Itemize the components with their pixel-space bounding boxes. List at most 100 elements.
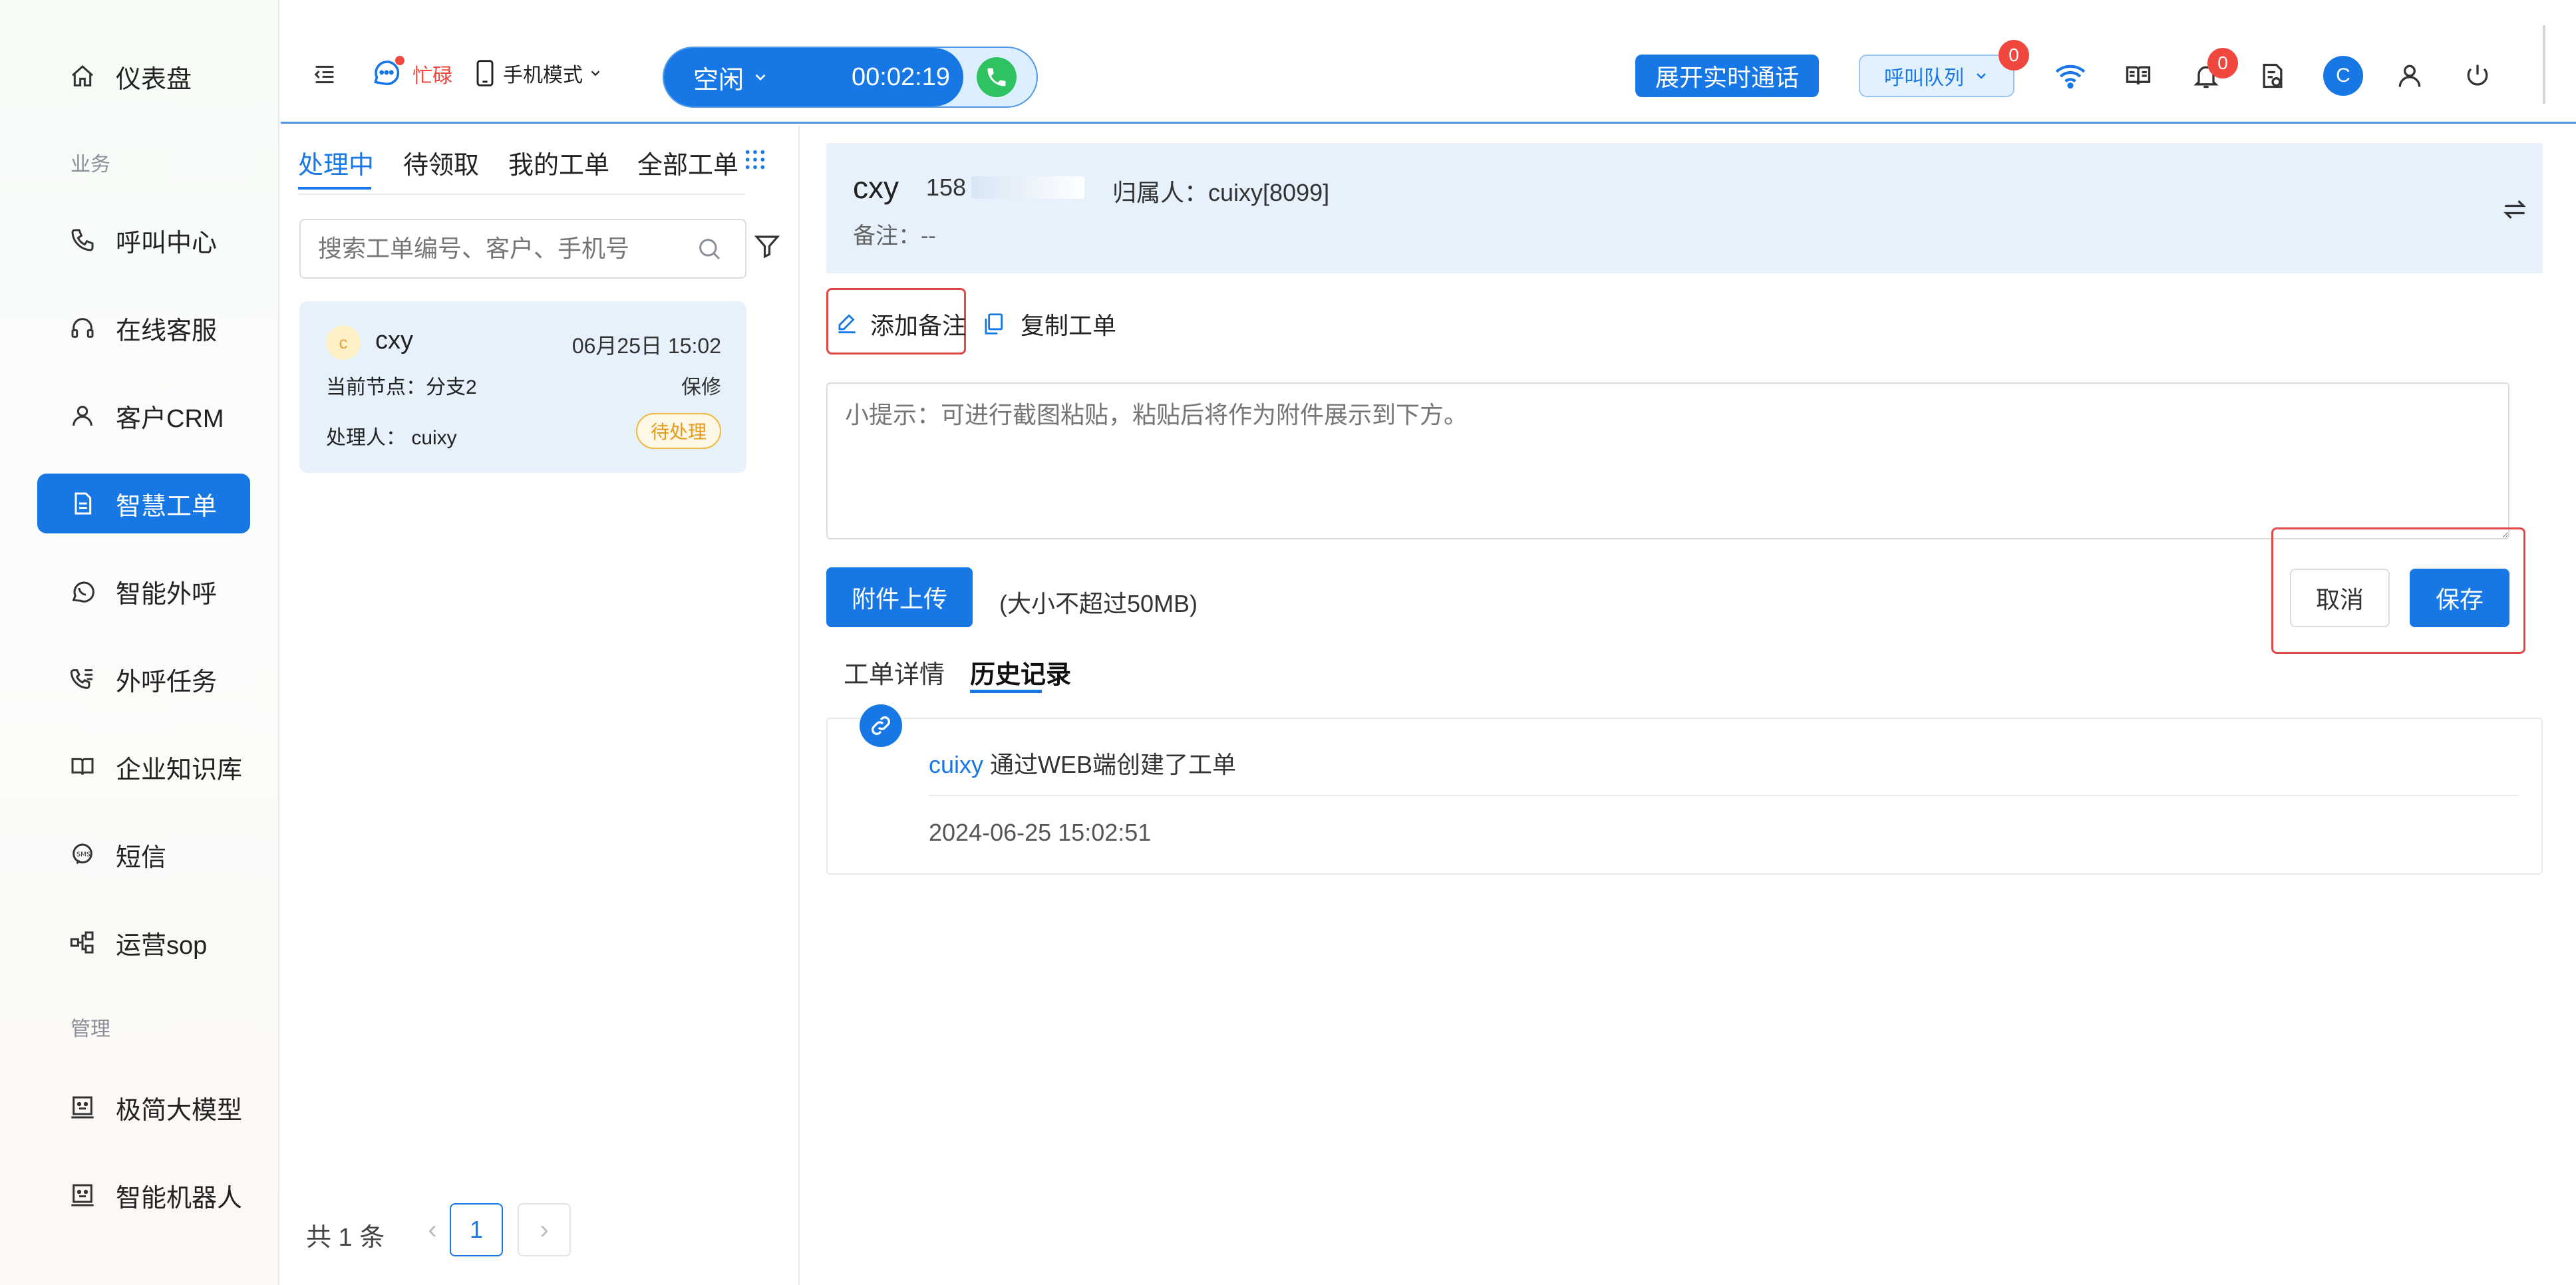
queue-label: 呼叫队列 [1884, 67, 1964, 89]
power-icon[interactable] [2462, 60, 2494, 92]
sidebar-item-ops-sop[interactable]: 运营sop [37, 913, 250, 972]
ticket-type: 保修 [681, 376, 721, 398]
link-icon [860, 704, 902, 747]
edit-icon [834, 311, 860, 337]
notification-badge: 0 [2207, 48, 2238, 78]
sidebar-item-dashboard[interactable]: 仪表盘 [37, 47, 250, 106]
remark-textarea[interactable] [826, 382, 2509, 539]
sidebar-item-crm[interactable]: 客户CRM [37, 386, 250, 446]
add-remark-button[interactable]: 添加备注 [834, 307, 966, 341]
customer-info-bar: cxy 158 归属人：cuixy[8099] 备注：-- [826, 143, 2543, 273]
sidebar-item-knowledge-base[interactable]: 企业知识库 [37, 737, 250, 797]
call-status-label: 空闲 [693, 66, 744, 94]
answer-call-button[interactable] [977, 57, 1017, 97]
ticket-detail: cxy 158 归属人：cuixy[8099] 备注：-- 添加备注 复制工单 … [826, 126, 2576, 1285]
tab-my-tickets[interactable]: 我的工单 [508, 144, 609, 181]
swap-icon[interactable] [2500, 195, 2529, 224]
ticket-handler: 处理人： cuixy [326, 427, 457, 449]
history-divider [929, 795, 2519, 796]
ticket-time: 06月25日 15:02 [571, 334, 721, 358]
busy-label: 忙碌 [412, 65, 452, 87]
collapse-menu-icon[interactable] [310, 60, 339, 89]
active-tab-indicator [298, 187, 371, 190]
tab-ticket-details[interactable]: 工单详情 [844, 654, 945, 690]
grid-menu-icon[interactable] [744, 148, 766, 171]
chevron-down-icon [752, 69, 769, 86]
sidebar: 仪表盘 业务 呼叫中心 在线客服 客户CRM 智慧工单 智能外呼 外呼任务 企业… [0, 0, 279, 1285]
sidebar-item-outbound-task[interactable]: 外呼任务 [37, 649, 250, 709]
tab-divider [298, 194, 745, 195]
copy-icon [981, 311, 1006, 337]
book-icon [69, 754, 96, 780]
pagination-next[interactable]: › [518, 1203, 571, 1256]
customer-name: cxy [853, 170, 899, 205]
cancel-button[interactable]: 取消 [2290, 569, 2390, 627]
call-queue-select[interactable]: 呼叫队列 [1859, 55, 2014, 97]
call-timer: 00:02:19 [852, 63, 950, 91]
queue-count-badge: 0 [1999, 40, 2029, 71]
sidebar-item-call-center[interactable]: 呼叫中心 [37, 210, 250, 270]
copy-ticket-button[interactable]: 复制工单 [981, 307, 1116, 341]
wifi-icon[interactable] [2053, 59, 2088, 93]
sidebar-item-label: 智慧工单 [116, 492, 218, 521]
user-icon [69, 402, 96, 429]
section-manage: 管理 [71, 1018, 110, 1040]
call-status-pill[interactable]: 空闲 00:02:19 [664, 48, 963, 106]
book-icon[interactable] [2122, 60, 2154, 92]
task-doc-icon[interactable] [2257, 60, 2289, 92]
history-entry: cuixy 通过WEB端创建了工单 [929, 746, 1236, 780]
avatar[interactable]: C [2323, 56, 2363, 96]
top-header: 忙碌 手机模式 空闲 00:02:19 展开实时通话 呼叫队列 0 0 C [281, 0, 2576, 124]
home-icon [69, 63, 96, 90]
search-input[interactable] [318, 235, 691, 263]
masked-phone [971, 176, 1085, 199]
mode-label: 手机模式 [503, 65, 583, 86]
sidebar-item-sms[interactable]: SMS 短信 [37, 825, 250, 885]
sidebar-item-label: 在线客服 [116, 317, 218, 345]
phone-icon [69, 227, 96, 253]
status-badge: 待处理 [635, 413, 721, 449]
realtime-call-button[interactable]: 展开实时通话 [1635, 55, 1819, 97]
sidebar-item-online-service[interactable]: 在线客服 [37, 298, 250, 358]
sms-icon: SMS [69, 841, 96, 868]
ticket-card[interactable]: c cxy 06月25日 15:02 当前节点：分支2 保修 处理人： cuix… [299, 301, 746, 473]
sidebar-item-label: 智能机器人 [116, 1184, 243, 1213]
history-action: 通过WEB端创建了工单 [983, 751, 1237, 778]
filter-icon[interactable] [753, 232, 781, 260]
tab-all-tickets[interactable]: 全部工单 [637, 144, 738, 181]
headset-icon [69, 315, 96, 341]
sidebar-item-smart-ticket[interactable]: 智慧工单 [37, 474, 250, 533]
chat-status-icon [370, 56, 404, 90]
search-icon[interactable] [696, 235, 723, 262]
mobile-icon [475, 59, 495, 88]
header-divider [2543, 25, 2545, 104]
save-button[interactable]: 保存 [2410, 569, 2509, 627]
agent-status[interactable]: 忙碌 [370, 56, 452, 90]
whatsapp-icon [69, 578, 96, 605]
sidebar-item-label: 仪表盘 [116, 65, 192, 94]
upload-size-hint: (大小不超过50MB) [999, 590, 1198, 617]
pagination-page[interactable]: 1 [450, 1203, 503, 1256]
customer-avatar: c [326, 325, 361, 360]
phone-prefix: 158 [926, 174, 967, 201]
sidebar-item-label: 呼叫中心 [116, 229, 218, 257]
tab-to-claim[interactable]: 待领取 [403, 144, 479, 181]
sidebar-item-label: 短信 [116, 843, 167, 872]
sidebar-item-llm[interactable]: 极简大模型 [37, 1077, 250, 1137]
copy-ticket-label: 复制工单 [1021, 312, 1117, 339]
user-icon[interactable] [2394, 60, 2426, 92]
sidebar-item-label: 企业知识库 [116, 756, 243, 784]
sidebar-item-label: 外呼任务 [116, 668, 218, 696]
history-user-link[interactable]: cuixy [929, 751, 983, 778]
mode-selector[interactable]: 手机模式 [475, 59, 603, 88]
upload-attachment-button[interactable]: 附件上传 [826, 567, 973, 627]
sidebar-item-smart-robot[interactable]: 智能机器人 [37, 1165, 250, 1225]
tab-processing[interactable]: 处理中 [298, 144, 374, 181]
sidebar-item-label: 运营sop [116, 931, 208, 960]
customer-phone: 158 [926, 174, 1085, 202]
pagination-total: 共 1 条 [306, 1224, 385, 1252]
tab-history[interactable]: 历史记录 [970, 654, 1071, 690]
sidebar-item-smart-outbound[interactable]: 智能外呼 [37, 561, 250, 621]
active-tab-indicator [970, 690, 1042, 693]
call-list-icon [69, 666, 96, 692]
